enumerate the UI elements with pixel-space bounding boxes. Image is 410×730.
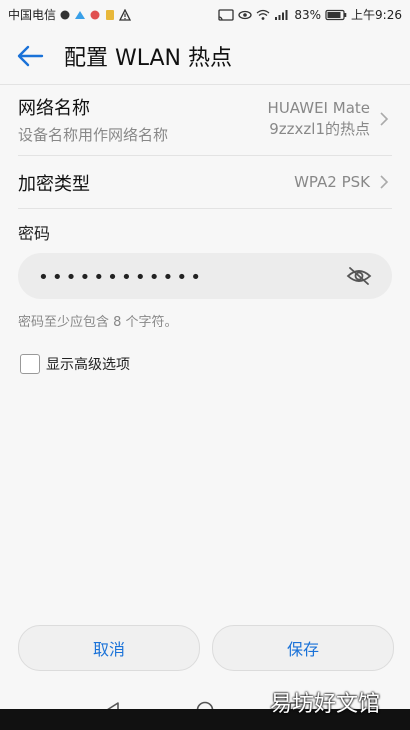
password-hint: 密码至少应包含 8 个字符。 — [18, 315, 178, 330]
advanced-options-label: 显示高级选项 — [46, 357, 130, 373]
eye-comfort-icon — [238, 10, 253, 19]
file-icon — [106, 9, 115, 20]
carrier-label: 中国电信 — [8, 8, 57, 22]
status-bar: 中国电信 83% 上午9:26 — [0, 0, 410, 28]
cancel-button[interactable]: 取消 — [18, 625, 200, 671]
watermark: 易坊好文馆 — [269, 692, 380, 717]
divider — [18, 155, 392, 156]
network-name-value-line1: HUAWEI Mate — [267, 99, 370, 117]
wifi-icon — [256, 9, 270, 20]
password-label: 密码 — [18, 224, 51, 243]
app-notification-icon — [75, 10, 86, 19]
notification-icon — [60, 10, 70, 19]
chevron-right-icon — [380, 112, 389, 126]
back-arrow-icon[interactable] — [14, 42, 46, 70]
battery-icon — [325, 9, 347, 20]
network-name-value: HUAWEI Mate 9zzxzl1的热点 — [268, 98, 370, 140]
encryption-value: WPA2 PSK — [294, 173, 370, 191]
clock: 上午9:26 — [351, 8, 402, 22]
network-name-row[interactable]: 网络名称 设备名称用作网络名称 HUAWEI Mate 9zzxzl1的热点 — [18, 94, 392, 150]
save-button[interactable]: 保存 — [212, 625, 394, 671]
status-left: 中国电信 — [8, 6, 132, 23]
network-name-value-line2: 9zzxzl1的热点 — [269, 120, 370, 138]
chevron-right-icon — [380, 175, 389, 189]
battery-percent: 83% — [294, 7, 322, 22]
divider — [18, 208, 392, 209]
password-field — [18, 253, 392, 301]
encryption-row[interactable]: 加密类型 WPA2 PSK — [18, 170, 392, 198]
advanced-checkbox[interactable] — [20, 354, 40, 374]
advanced-options-toggle[interactable]: 显示高级选项 — [20, 354, 130, 374]
password-input[interactable] — [36, 253, 340, 301]
weibo-icon — [90, 10, 100, 19]
cast-icon — [218, 8, 235, 21]
status-right: 83% 上午9:26 — [218, 6, 402, 23]
warning-icon — [119, 8, 132, 21]
app-header: 配置 WLAN 热点 — [0, 28, 410, 85]
eye-off-icon[interactable] — [346, 265, 372, 287]
page-title: 配置 WLAN 热点 — [64, 46, 233, 71]
signal-icon — [275, 9, 288, 20]
